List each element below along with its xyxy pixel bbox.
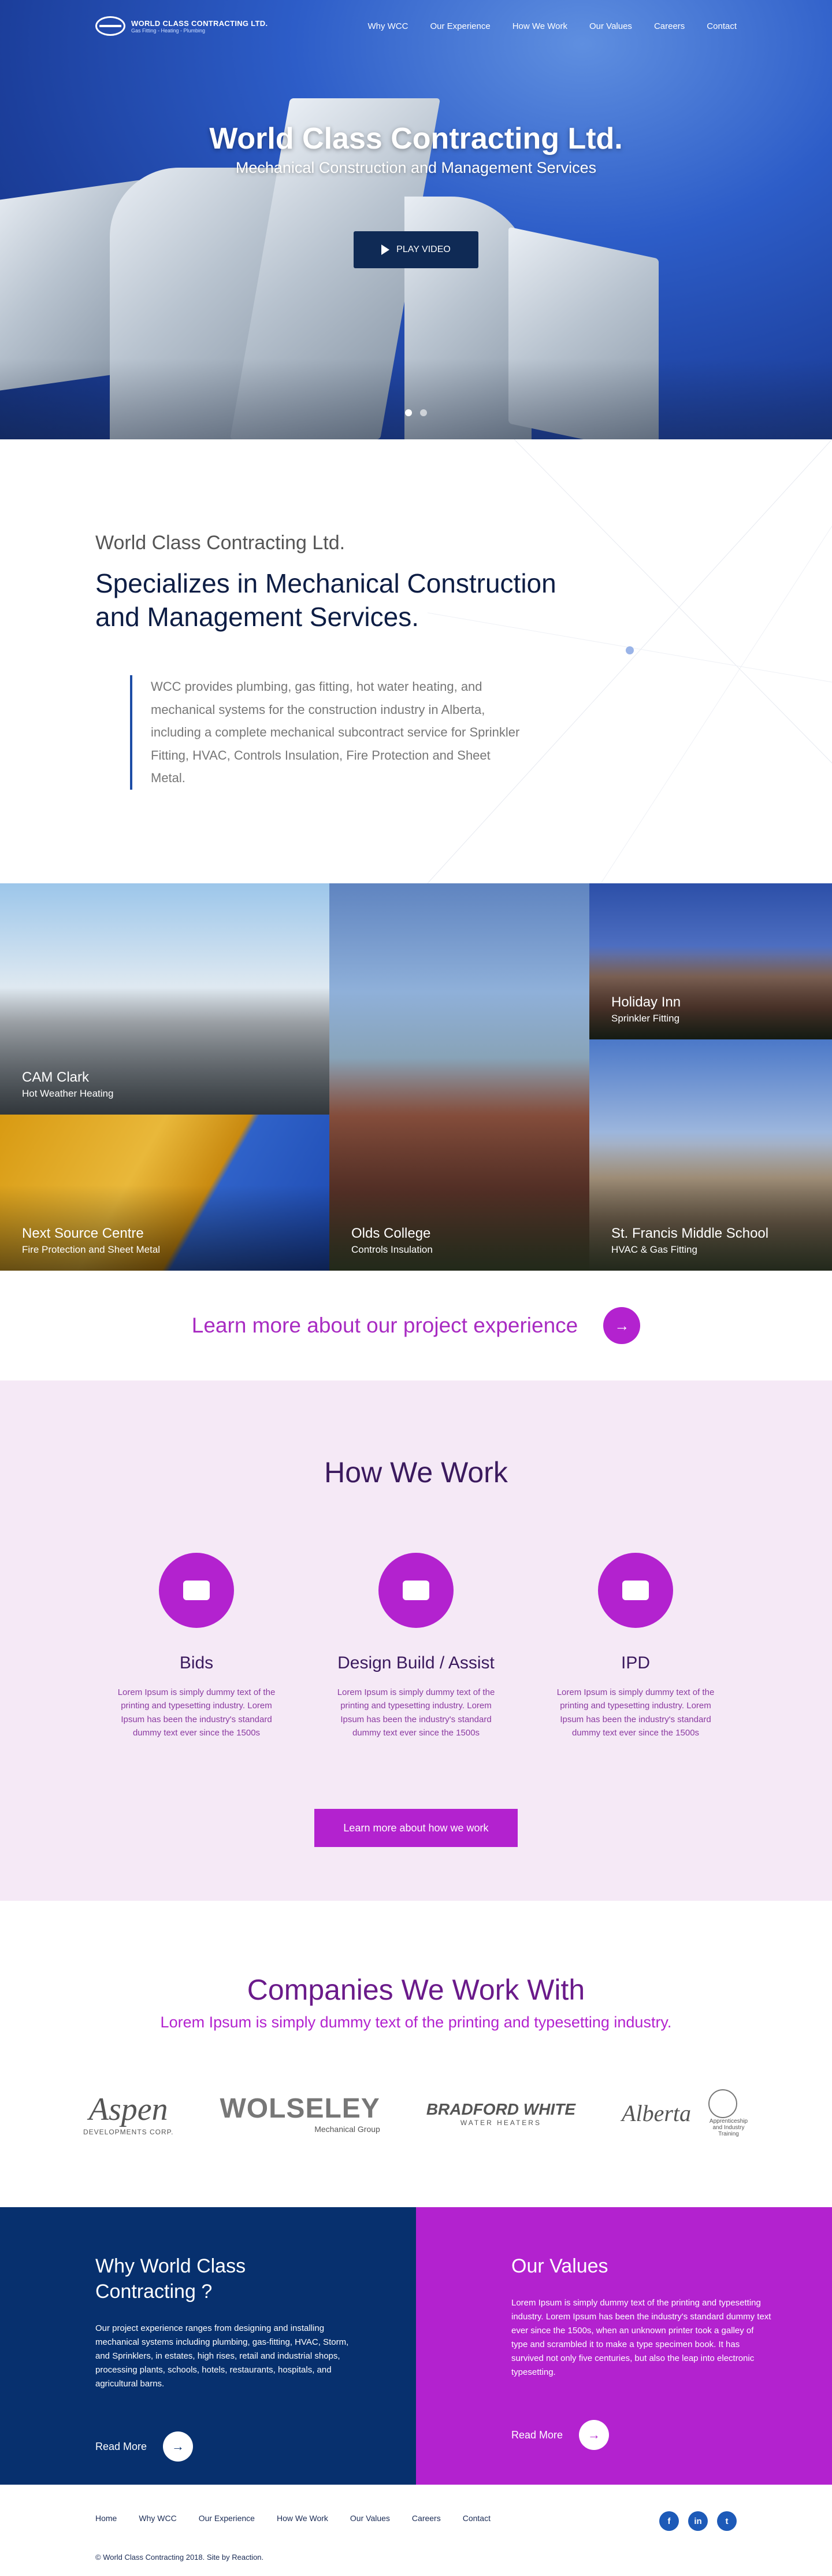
how-title: How We Work	[324, 1456, 508, 1489]
hero-shade	[0, 358, 832, 439]
hero-section: WORLD CLASS CONTRACTING LTD. Gas Fitting…	[0, 0, 832, 439]
footer-nav: Home Why WCC Our Experience How We Work …	[95, 2514, 737, 2523]
how-item-title: Bids	[179, 1653, 214, 1672]
how-item-text: Lorem Ipsum is simply dummy text of the …	[117, 1687, 276, 1738]
companies-section: Companies We Work With Lorem Ipsum is si…	[0, 1901, 832, 2207]
slider-dot[interactable]	[420, 409, 427, 416]
logo-name: WORLD CLASS CONTRACTING LTD.	[131, 18, 268, 28]
nav-link-contact[interactable]: Contact	[707, 21, 737, 31]
nav-link-why-wcc[interactable]: Why WCC	[367, 21, 408, 31]
footer-link-values[interactable]: Our Values	[350, 2514, 390, 2523]
project-title: Holiday Inn	[611, 994, 681, 1010]
project-tile-st-francis[interactable]: St. Francis Middle School HVAC & Gas Fitt…	[589, 1039, 832, 1271]
play-video-button[interactable]: PLAY VIDEO	[354, 231, 478, 268]
intro-section: World Class Contracting Ltd. Specializes…	[0, 439, 832, 883]
linkedin-icon[interactable]: in	[688, 2511, 708, 2531]
footer-link-experience[interactable]: Our Experience	[199, 2514, 255, 2523]
wolseley-logo: WOLSELEY Mechanical Group	[220, 2093, 380, 2134]
info-panels: Why World Class Contracting ? Our projec…	[0, 2207, 832, 2485]
project-service: Controls Insulation	[351, 1244, 433, 1255]
nav-link-experience[interactable]: Our Experience	[430, 21, 490, 31]
globe-icon	[95, 16, 125, 36]
read-more-label: Read More	[95, 2440, 147, 2452]
project-title: Next Source Centre	[22, 1226, 144, 1241]
bids-icon	[159, 1553, 234, 1628]
project-service: Sprinkler Fitting	[611, 1013, 680, 1024]
why-title: Why World Class Contracting ?	[95, 2255, 246, 2303]
social-links: f in t	[659, 2511, 737, 2531]
values-text: Lorem Ipsum is simply dummy text of the …	[511, 2298, 771, 2378]
logo-tagline: Gas Fitting - Heating - Plumbing	[131, 27, 206, 34]
bradford-white-logo: BRADFORD WHITE WATER HEATERS	[426, 2100, 576, 2127]
project-tile-holiday-inn[interactable]: Holiday Inn Sprinkler Fitting	[589, 883, 832, 1039]
arrow-right-icon[interactable]: →	[163, 2431, 194, 2462]
how-item-title: IPD	[621, 1653, 650, 1672]
play-icon	[381, 245, 390, 255]
partner-logos: Aspen DEVELOPMENTS CORP. WOLSELEY Mechan…	[0, 2089, 832, 2137]
project-tile-olds-college[interactable]: Olds College Controls Insulation	[329, 883, 589, 1271]
project-service: Fire Protection and Sheet Metal	[22, 1244, 161, 1255]
arrow-right-icon[interactable]: →	[579, 2420, 610, 2451]
footer-link-contact[interactable]: Contact	[463, 2514, 491, 2523]
how-item-text: Lorem Ipsum is simply dummy text of the …	[556, 1687, 715, 1738]
how-columns: Bids Lorem Ipsum is simply dummy text of…	[0, 1553, 832, 1739]
footer: Home Why WCC Our Experience How We Work …	[0, 2485, 832, 2575]
values-panel: Our Values Lorem Ipsum is simply dummy t…	[416, 2207, 832, 2485]
footer-link-careers[interactable]: Careers	[412, 2514, 441, 2523]
nav-link-how-we-work[interactable]: How We Work	[512, 21, 567, 31]
footer-link-home[interactable]: Home	[95, 2514, 117, 2523]
project-tile-next-source[interactable]: Next Source Centre Fire Protection and Sh…	[0, 1115, 329, 1271]
footer-link-how-we-work[interactable]: How We Work	[277, 2514, 328, 2523]
companies-subtitle: Lorem Ipsum is simply dummy text of the …	[160, 2014, 672, 2031]
experience-cta: Learn more about our project experience …	[0, 1271, 832, 1380]
ipd-icon	[598, 1553, 673, 1628]
project-title: St. Francis Middle School	[611, 1226, 769, 1241]
why-read-more[interactable]: Read More →	[95, 2431, 416, 2462]
how-we-work-button[interactable]: Learn more about how we work	[314, 1809, 518, 1847]
hero-subtitle: Mechanical Construction and Management S…	[235, 159, 597, 176]
footer-link-why-wcc[interactable]: Why WCC	[139, 2514, 176, 2523]
play-video-label: PLAY VIDEO	[396, 245, 451, 254]
how-item-title: Design Build / Assist	[337, 1653, 495, 1672]
project-service: HVAC & Gas Fitting	[611, 1244, 697, 1255]
nav-link-careers[interactable]: Careers	[654, 21, 685, 31]
values-title: Our Values	[511, 2255, 608, 2277]
values-read-more[interactable]: Read More →	[511, 2420, 832, 2451]
logo[interactable]: WORLD CLASS CONTRACTING LTD. Gas Fitting…	[95, 16, 268, 36]
project-title: CAM Clark	[22, 1069, 90, 1085]
how-we-work-section: How We Work Bids Lorem Ipsum is simply d…	[0, 1380, 832, 1901]
slider-dots	[405, 409, 427, 416]
arrow-right-icon[interactable]: →	[603, 1307, 641, 1344]
how-item-design-build: Design Build / Assist Lorem Ipsum is sim…	[332, 1553, 500, 1739]
alberta-logo: Alberta Apprenticeship and Industry Trai…	[622, 2089, 749, 2137]
project-title: Olds College	[351, 1226, 431, 1241]
twitter-icon[interactable]: t	[717, 2511, 737, 2531]
experience-link[interactable]: Learn more about our project experience	[192, 1313, 578, 1338]
why-text: Our project experience ranges from desig…	[95, 2323, 349, 2389]
project-tile-cam-clark[interactable]: CAM Clark Hot Weather Heating	[0, 883, 329, 1115]
how-item-bids: Bids Lorem Ipsum is simply dummy text of…	[113, 1553, 280, 1739]
slider-dot[interactable]	[405, 409, 412, 416]
alberta-seal-icon	[708, 2089, 737, 2118]
copyright: © World Class Contracting 2018. Site by …	[95, 2553, 264, 2562]
how-item-text: Lorem Ipsum is simply dummy text of the …	[337, 1687, 495, 1738]
design-build-icon	[378, 1553, 454, 1628]
project-service: Hot Weather Heating	[22, 1088, 114, 1099]
facebook-icon[interactable]: f	[659, 2511, 679, 2531]
hero-title: World Class Contracting Ltd.	[209, 122, 623, 156]
decorative-lines	[428, 439, 832, 883]
aspen-logo: Aspen DEVELOPMENTS CORP.	[83, 2091, 174, 2136]
read-more-label: Read More	[511, 2429, 563, 2441]
how-item-ipd: IPD Lorem Ipsum is simply dummy text of …	[552, 1553, 719, 1739]
nav-menu: Why WCC Our Experience How We Work Our V…	[367, 21, 737, 31]
project-grid: CAM Clark Hot Weather Heating Next Source…	[0, 883, 832, 1271]
companies-title: Companies We Work With	[247, 1974, 585, 2006]
why-panel: Why World Class Contracting ? Our projec…	[0, 2207, 416, 2485]
nav-link-values[interactable]: Our Values	[589, 21, 632, 31]
main-nav: WORLD CLASS CONTRACTING LTD. Gas Fitting…	[0, 0, 832, 52]
